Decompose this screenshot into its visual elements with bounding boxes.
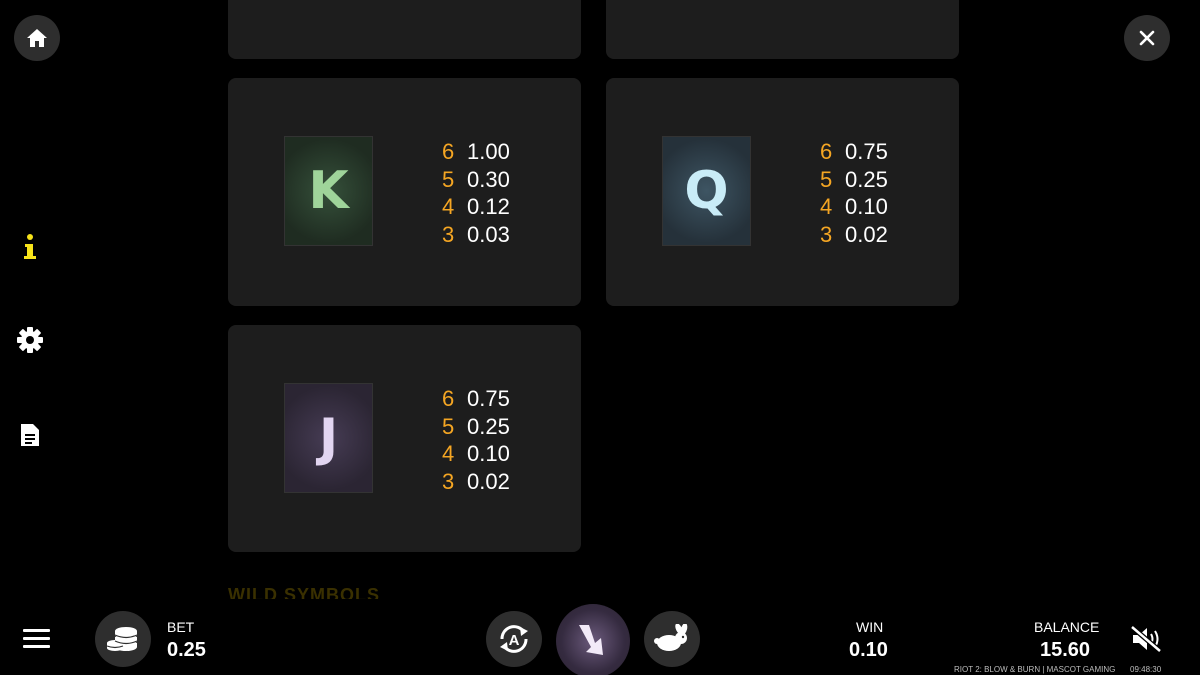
payout-value: 0.02 (845, 221, 888, 247)
sound-muted-icon (1130, 625, 1162, 653)
payout-count: 3 (820, 221, 833, 247)
payout-value: 0.25 (845, 166, 888, 192)
coins-icon (106, 627, 138, 651)
clock: 09:48:30 (1130, 665, 1162, 674)
home-icon (27, 29, 47, 47)
bet-value: 0.25 (167, 639, 206, 661)
payout-row: 6 1.00 (442, 138, 510, 166)
payout-count: 3 (442, 468, 455, 494)
paytable-panel-k: K 6 1.00 5 0.30 4 0.12 3 0.03 (228, 78, 581, 306)
paytable-panel-j: J 6 0.75 5 0.25 4 0.10 3 0.02 (228, 325, 581, 552)
payout-row: 3 0.02 (442, 468, 510, 496)
payout-list: 6 0.75 5 0.25 4 0.10 3 0.02 (820, 138, 888, 248)
sound-toggle[interactable] (1130, 625, 1166, 653)
payout-row: 4 0.10 (442, 440, 510, 468)
payout-value: 0.12 (467, 194, 510, 220)
payout-value: 0.25 (467, 413, 510, 439)
autoplay-button[interactable]: A (486, 611, 542, 667)
payout-value: 0.75 (467, 386, 510, 411)
close-icon (1139, 30, 1155, 46)
payout-list: 6 1.00 5 0.30 4 0.12 3 0.03 (442, 138, 510, 248)
document-icon (21, 424, 39, 446)
payout-row: 4 0.12 (442, 193, 510, 221)
settings-button[interactable] (12, 322, 48, 358)
payout-row: 3 0.03 (442, 221, 510, 249)
payout-value: 0.30 (467, 166, 510, 192)
section-title-wild-symbols: WILD SYMBOLS (228, 585, 380, 599)
menu-button[interactable] (22, 628, 52, 650)
payout-count: 6 (820, 139, 833, 164)
payout-row: 6 0.75 (820, 138, 888, 166)
symbol-q-tile: Q (662, 136, 751, 246)
spin-button[interactable] (556, 604, 630, 675)
payout-count: 5 (442, 413, 455, 439)
payout-value: 1.00 (467, 139, 510, 164)
symbol-j-tile: J (284, 383, 373, 493)
gear-icon (17, 327, 43, 353)
svg-text:A: A (509, 632, 520, 649)
info-button[interactable] (12, 229, 48, 265)
payout-value: 0.10 (845, 194, 888, 220)
payout-count: 5 (442, 166, 455, 192)
payout-value: 0.10 (467, 441, 510, 467)
turbo-button[interactable] (644, 611, 700, 667)
symbol-j-letter: J (318, 408, 339, 468)
paytable-panel-partial (228, 0, 581, 59)
payout-value: 0.75 (845, 139, 888, 164)
payout-count: 4 (442, 441, 455, 467)
payout-count: 5 (820, 166, 833, 192)
spin-arrow-icon (579, 625, 603, 655)
autoplay-icon: A (500, 625, 528, 653)
payout-row: 4 0.10 (820, 193, 888, 221)
balance-label: BALANCE (1034, 619, 1100, 635)
paytable-panel-partial (606, 0, 959, 59)
balance-value: 15.60 (1040, 639, 1091, 661)
rules-button[interactable] (12, 417, 48, 453)
game-credits: RIOT 2: BLOW & BURN | MASCOT GAMING (954, 665, 1116, 674)
payout-count: 6 (442, 386, 455, 411)
payout-value: 0.02 (467, 468, 510, 494)
win-value: 0.10 (849, 639, 888, 661)
rabbit-icon (654, 624, 688, 651)
home-button[interactable] (14, 15, 60, 61)
close-button[interactable] (1124, 15, 1170, 61)
bet-button[interactable] (95, 611, 151, 667)
paytable-panel-q: Q 6 0.75 5 0.25 4 0.10 3 0.02 (606, 78, 959, 306)
payout-row: 5 0.30 (442, 166, 510, 194)
hamburger-icon (23, 629, 50, 648)
payout-value: 0.03 (467, 221, 510, 247)
win-label: WIN (856, 619, 884, 635)
payout-count: 4 (820, 194, 833, 220)
symbol-k-letter: K (308, 161, 349, 221)
info-icon (24, 234, 36, 259)
payout-count: 3 (442, 221, 455, 247)
symbol-k-tile: K (284, 136, 373, 246)
payout-list: 6 0.75 5 0.25 4 0.10 3 0.02 (442, 385, 510, 495)
payout-count: 4 (442, 194, 455, 220)
payout-row: 5 0.25 (442, 413, 510, 441)
payout-row: 6 0.75 (442, 385, 510, 413)
symbol-q-letter: Q (684, 161, 729, 221)
payout-row: 5 0.25 (820, 166, 888, 194)
payout-row: 3 0.02 (820, 221, 888, 249)
payout-count: 6 (442, 139, 455, 164)
bet-label: BET (167, 619, 195, 635)
